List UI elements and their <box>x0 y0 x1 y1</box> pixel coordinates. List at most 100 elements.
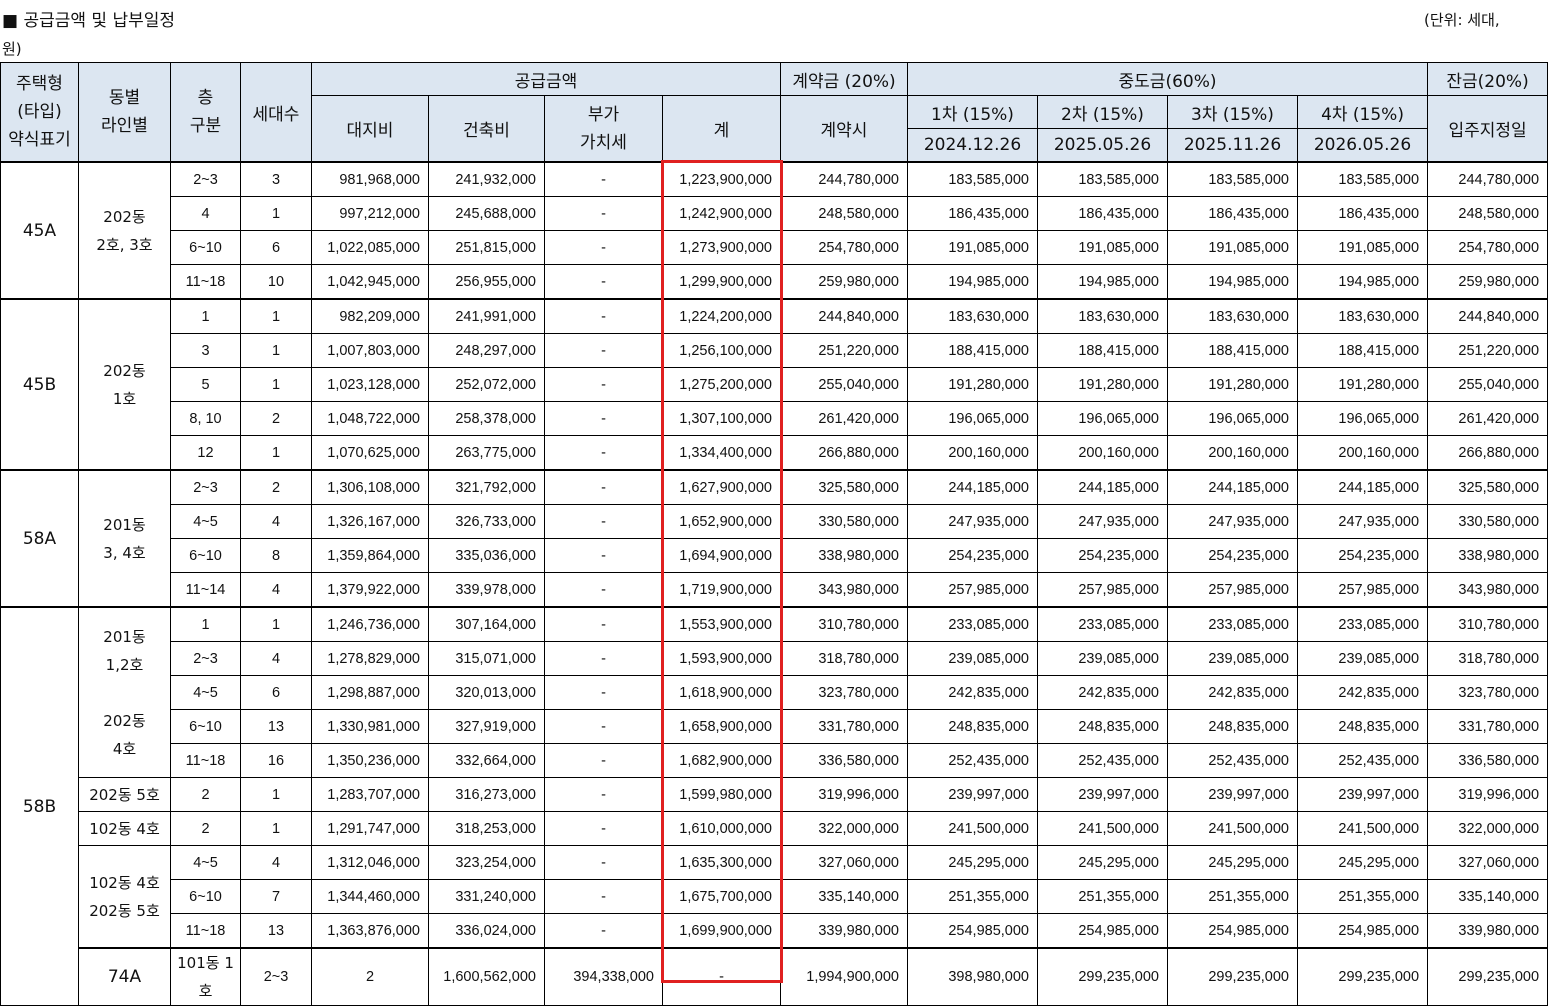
type-cell: 58B <box>0 606 79 1006</box>
vat-cell: - <box>544 709 663 744</box>
dong-58b-b-line-1: 202동 <box>103 711 146 730</box>
table-row: 11~18 13 1,363,876,000 336,024,000-1,699,90… <box>1 913 1549 949</box>
households-cell: 1 <box>240 367 312 402</box>
header-deposit-timing: 계약시 <box>780 95 908 163</box>
header-deposit: 계약금 (20%) <box>780 62 908 96</box>
table-row: 4~5 6 1,298,887,000 320,013,000-1,618,900,0… <box>1 675 1549 710</box>
header-middle-4: 4차 (15%) <box>1296 95 1429 129</box>
balance-cell: 323,780,000 <box>1427 675 1549 710</box>
middle-1-cell: 194,985,000 <box>907 264 1038 300</box>
middle-3-cell: 299,235,000 <box>1296 947 1429 1006</box>
building-cost-cell: 252,072,000 <box>428 367 545 402</box>
building-cost-cell: 318,253,000 <box>428 811 545 846</box>
floor-cell: 6~10 <box>170 709 241 744</box>
total-cell: 1,242,900,000 <box>662 196 781 231</box>
deposit-cell: 310,780,000 <box>780 606 908 642</box>
middle-1-cell: 239,085,000 <box>907 641 1038 676</box>
households-cell: 8 <box>240 538 312 573</box>
balance-cell: 325,580,000 <box>1427 469 1549 505</box>
households-cell: 2 <box>311 947 429 1006</box>
building-cost-cell: 331,240,000 <box>428 879 545 914</box>
deposit-cell: 319,996,000 <box>780 777 908 812</box>
building-cost-cell: 248,297,000 <box>428 333 545 368</box>
vat-cell: - <box>544 641 663 676</box>
middle-2-cell: 186,435,000 <box>1037 196 1168 231</box>
table-row: 6~10 7 1,344,460,000 331,240,000-1,675,700,… <box>1 879 1549 914</box>
middle-3-cell: 254,985,000 <box>1167 913 1298 949</box>
deposit-cell: 398,980,000 <box>907 947 1038 1006</box>
floor-cell: 1 <box>170 298 241 334</box>
table-row: 58B 201동 1,2호 202동 4호 1 1 1,246,736,000 307,164,… <box>0 606 1549 1006</box>
floor-cell: 2~3 <box>240 947 312 1006</box>
balance-cell: 266,880,000 <box>1427 435 1549 471</box>
header-middle-1-date: 2024.12.26 <box>907 128 1038 163</box>
header-balance-timing: 입주지정일 <box>1427 95 1549 163</box>
households-cell: 4 <box>240 572 312 608</box>
middle-1-cell: 244,185,000 <box>907 469 1038 505</box>
header-land-cost: 대지비 <box>311 95 429 163</box>
building-cost-cell: 327,919,000 <box>428 709 545 744</box>
middle-1-cell: 299,235,000 <box>1037 947 1168 1006</box>
middle-3-cell: 194,985,000 <box>1167 264 1298 300</box>
total-cell: 1,275,200,000 <box>662 367 781 402</box>
balance-cell: 339,980,000 <box>1427 913 1549 949</box>
deposit-cell: 254,780,000 <box>780 230 908 265</box>
total-cell: 1,223,900,000 <box>662 161 781 197</box>
header-dong-line-1: 동별 <box>108 88 141 108</box>
type-cell: 45A <box>0 161 79 300</box>
middle-1-cell: 191,280,000 <box>907 367 1038 402</box>
land-cost-cell: 1,246,736,000 <box>311 606 429 642</box>
middle-2-cell: 245,295,000 <box>1037 845 1168 880</box>
middle-3-cell: 247,935,000 <box>1167 504 1298 539</box>
land-cost-cell: 1,283,707,000 <box>311 777 429 812</box>
table-body: 45A 202동 2호, 3호 2~3 3 981,968,000 241,932,000-… <box>0 161 1549 1006</box>
land-cost-cell: 1,023,128,000 <box>311 367 429 402</box>
households-cell: 4 <box>240 641 312 676</box>
building-cost-cell: 323,254,000 <box>428 845 545 880</box>
building-cost-cell: 256,955,000 <box>428 264 545 300</box>
header-balance: 잔금(20%) <box>1427 62 1549 96</box>
table-row: 5 1 1,023,128,000 252,072,000-1,275,200,000… <box>1 367 1549 402</box>
deposit-cell: 339,980,000 <box>780 913 908 949</box>
deposit-cell: 259,980,000 <box>780 264 908 300</box>
deposit-cell: 323,780,000 <box>780 675 908 710</box>
land-cost-cell: 1,359,864,000 <box>311 538 429 573</box>
total-cell: 1,307,100,000 <box>662 401 781 436</box>
building-cost-cell: 326,733,000 <box>428 504 545 539</box>
land-cost-cell: 1,007,803,000 <box>311 333 429 368</box>
vat-cell: - <box>544 196 663 231</box>
households-cell: 3 <box>240 161 312 197</box>
households-cell: 7 <box>240 879 312 914</box>
building-cost-cell: 339,978,000 <box>428 572 545 608</box>
dong-45b-line-2: 1호 <box>112 389 137 408</box>
middle-4-cell: 188,415,000 <box>1296 333 1429 368</box>
building-cost-cell: 251,815,000 <box>428 230 545 265</box>
households-cell: 10 <box>240 264 312 300</box>
total-cell: 1,694,900,000 <box>662 538 781 573</box>
dong-cell: 101동 1호 <box>170 947 241 1006</box>
header-middle-payment: 중도금(60%) <box>906 62 1429 96</box>
deposit-cell: 336,580,000 <box>780 743 908 778</box>
land-cost-cell: 1,344,460,000 <box>311 879 429 914</box>
middle-4-cell: 191,085,000 <box>1296 230 1429 265</box>
deposit-cell: 248,580,000 <box>780 196 908 231</box>
middle-2-cell: 191,280,000 <box>1037 367 1168 402</box>
total-cell: 1,699,900,000 <box>662 913 781 949</box>
total-cell: 1,256,100,000 <box>662 333 781 368</box>
dong-cell: 201동 3, 4호 <box>78 469 171 608</box>
balance-cell: 259,980,000 <box>1427 264 1549 300</box>
middle-4-cell: 247,935,000 <box>1296 504 1429 539</box>
balance-cell: 244,780,000 <box>1427 161 1549 197</box>
middle-3-cell: 200,160,000 <box>1167 435 1298 471</box>
vat-cell: - <box>662 947 781 1006</box>
supply-price-schedule-table: 주택형 (타입) 약식표기 동별 라인별 층 구분 세대수 공급금액 계약금 (… <box>0 62 1549 1006</box>
deposit-cell: 318,780,000 <box>780 641 908 676</box>
middle-3-cell: 188,415,000 <box>1167 333 1298 368</box>
vat-cell: - <box>544 572 663 608</box>
middle-1-cell: 188,415,000 <box>907 333 1038 368</box>
total-cell: 1,224,200,000 <box>662 298 781 334</box>
middle-4-cell: 254,235,000 <box>1296 538 1429 573</box>
total-cell: 1,273,900,000 <box>662 230 781 265</box>
type-cell: 58A <box>0 469 79 608</box>
dong-58b-a-line-2: 1,2호 <box>105 655 144 674</box>
